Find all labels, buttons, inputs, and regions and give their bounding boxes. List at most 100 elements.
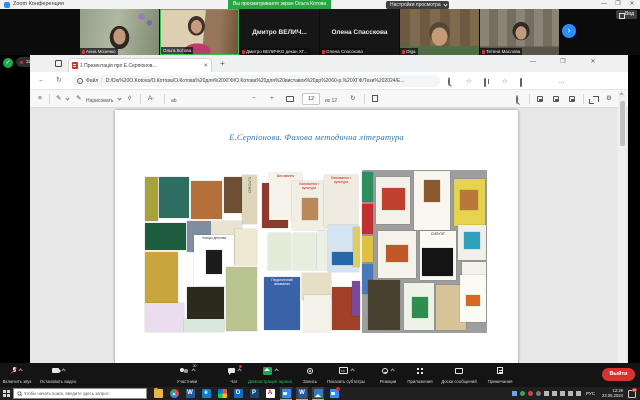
- fit-page-icon[interactable]: [286, 96, 294, 102]
- taskbar-search-input[interactable]: Чтобы начать поиск, введите здесь запрос: [13, 388, 147, 399]
- eraser-icon[interactable]: ◊: [128, 94, 131, 104]
- taskbar-app-explorer-icon[interactable]: [152, 387, 164, 400]
- taskbar-app-word-icon[interactable]: W: [184, 387, 196, 400]
- taskbar-app-word-2-icon[interactable]: W: [296, 387, 308, 400]
- notes-label: Примечания: [488, 379, 513, 384]
- green-status-icon[interactable]: ✓: [3, 58, 13, 68]
- zoom-page-icon[interactable]: [448, 77, 450, 86]
- start-button[interactable]: [0, 387, 13, 400]
- new-tab-button[interactable]: +: [220, 58, 225, 70]
- meeting-control-video[interactable]: Остановить видео: [30, 365, 86, 385]
- meeting-control-mute[interactable]: Включить звук: [0, 365, 34, 385]
- view-settings-button[interactable]: Настройки просмотра: [386, 1, 449, 9]
- draw-chevron-icon[interactable]: [117, 96, 121, 100]
- book-cover: [422, 248, 453, 276]
- participant-name-text: Тетяна Маслова: [486, 48, 520, 55]
- browser-minimize-button[interactable]: —: [527, 56, 539, 69]
- tray-battery-icon[interactable]: [544, 391, 549, 396]
- browser-tab[interactable]: 1 Презентація про Е.Серпіонов... ✕: [68, 58, 212, 72]
- participant-tile-p3[interactable]: Дмитро ВЕЛИЧ...Дмитро ВЕЛИЧКО декан ХГ..…: [240, 9, 319, 55]
- participant-tile-p6[interactable]: Тетяна Маслова: [480, 9, 559, 55]
- url-separator: |: [101, 78, 102, 84]
- extensions-icon[interactable]: [520, 78, 522, 87]
- highlighter-icon[interactable]: ✎: [76, 94, 81, 104]
- tray-volume-icon[interactable]: [576, 391, 581, 396]
- next-participants-button[interactable]: ›: [562, 24, 576, 38]
- maximize-button[interactable]: ❐: [612, 0, 624, 9]
- taskbar-app-photos-icon[interactable]: [216, 387, 228, 400]
- participants-chevron-icon[interactable]: [191, 368, 195, 372]
- language-indicator[interactable]: РУС: [584, 391, 597, 396]
- taskbar-app-edge-icon[interactable]: e: [200, 387, 212, 400]
- meeting-control-notes[interactable]: Примечания: [482, 365, 518, 385]
- meeting-control-apps[interactable]: Приложения: [402, 365, 438, 385]
- participant-tile-p5[interactable]: Olga: [400, 9, 479, 55]
- tray-record-icon[interactable]: [528, 391, 533, 396]
- tray-mic-icon[interactable]: [560, 391, 565, 396]
- taskbar-clock[interactable]: 12:2923.05.2024: [600, 389, 625, 399]
- tray-shield-icon[interactable]: [520, 391, 525, 396]
- zoom-in-icon[interactable]: +: [270, 94, 274, 104]
- meeting-control-participants[interactable]: 30Участники: [163, 365, 211, 385]
- meeting-control-captions[interactable]: Показать субтитры: [320, 365, 372, 385]
- tab-close-icon[interactable]: ✕: [203, 63, 208, 69]
- text-tool-icon[interactable]: ab: [171, 96, 177, 106]
- split-screen-icon[interactable]: [484, 78, 486, 87]
- meeting-control-reactions[interactable]: Реакции: [372, 365, 404, 385]
- taskbar-app-zoom-icon[interactable]: [280, 387, 292, 400]
- taskbar-app-outlook-icon[interactable]: O: [232, 387, 244, 400]
- captions-chevron-icon[interactable]: [350, 368, 354, 372]
- meeting-control-whiteboards[interactable]: Доски сообщений: [436, 365, 482, 385]
- search-document-icon[interactable]: [516, 95, 518, 105]
- fullscreen-icon[interactable]: [593, 96, 599, 102]
- participant-tile-p4[interactable]: Олена СпассковаОлена Спасскова: [320, 9, 399, 55]
- rotate-icon[interactable]: ↻: [350, 94, 355, 104]
- taskbar-app-photos-2-icon[interactable]: [312, 387, 324, 400]
- save-icon[interactable]: [553, 96, 559, 102]
- taskbar-app-zoom-2-icon[interactable]: [328, 387, 340, 400]
- taskbar-app-publisher-icon[interactable]: P: [248, 387, 260, 400]
- read-aloud-icon[interactable]: Aᵌ: [148, 94, 154, 104]
- toc-icon[interactable]: ≡: [38, 94, 42, 104]
- save-as-icon[interactable]: [569, 96, 575, 102]
- zoom-out-icon[interactable]: −: [252, 94, 256, 104]
- participant-tile-p1[interactable]: Анна Мозенко: [80, 9, 159, 55]
- participant-tile-p2[interactable]: Ольга Котова: [160, 9, 239, 55]
- tray-usb-icon[interactable]: [552, 391, 557, 396]
- reload-icon[interactable]: ↻: [56, 75, 62, 87]
- video-chevron-icon[interactable]: [61, 368, 65, 372]
- scrollbar[interactable]: [618, 91, 626, 363]
- browser-maximize-button[interactable]: ❐: [557, 56, 569, 69]
- reactions-chevron-icon[interactable]: [390, 368, 394, 372]
- share-chevron-icon[interactable]: [274, 368, 278, 372]
- page-view-icon[interactable]: [372, 95, 378, 102]
- browser-close-button[interactable]: ✕: [587, 56, 599, 69]
- collections-icon[interactable]: ☆: [502, 77, 508, 86]
- scrollbar-thumb[interactable]: [620, 101, 625, 146]
- tray-display-icon[interactable]: [568, 391, 573, 396]
- print-icon[interactable]: [537, 96, 543, 102]
- pen-icon[interactable]: ✎: [56, 94, 61, 104]
- draw-label[interactable]: Нарисовать: [86, 96, 113, 106]
- tray-chrome-icon[interactable]: [536, 391, 541, 396]
- leave-meeting-button[interactable]: Выйти: [602, 368, 635, 381]
- notification-center-icon[interactable]: 20: [628, 390, 636, 398]
- url-field[interactable]: i Файл | D:/Dis%20O.Kotova/О.Котова/О.Ко…: [72, 75, 440, 87]
- settings-gear-icon[interactable]: ⚙: [606, 94, 612, 104]
- taskbar-app-acrobat-icon[interactable]: A: [264, 387, 276, 400]
- tab-switcher-icon[interactable]: [55, 60, 62, 67]
- view-button[interactable]: Вид: [616, 10, 637, 19]
- mute-chevron-icon[interactable]: [18, 368, 22, 372]
- back-icon[interactable]: ←: [38, 75, 45, 87]
- pen-chevron-icon[interactable]: [65, 96, 69, 100]
- book-cover: [304, 295, 331, 332]
- tray-onedrive-icon[interactable]: [512, 391, 517, 396]
- page-number-input[interactable]: 12: [302, 93, 320, 105]
- scroll-up-icon[interactable]: [619, 92, 623, 96]
- info-icon[interactable]: i: [77, 78, 83, 84]
- close-button[interactable]: ✕: [626, 0, 638, 9]
- more-menu-icon[interactable]: …: [558, 77, 565, 86]
- taskbar-app-chrome-icon[interactable]: [168, 387, 180, 400]
- favorites-star-icon[interactable]: ☆: [466, 77, 472, 86]
- minimize-button[interactable]: —: [598, 0, 610, 9]
